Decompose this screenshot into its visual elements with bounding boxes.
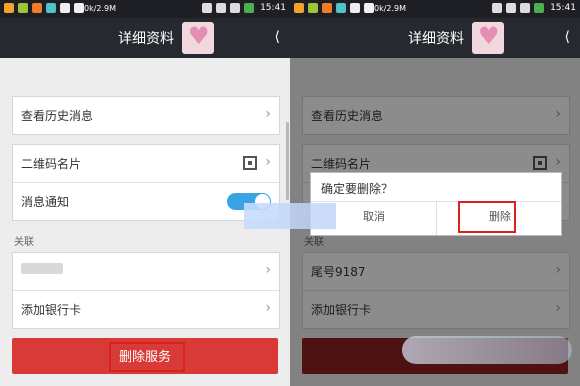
- addcard-label: 添加银行卡: [21, 303, 82, 317]
- app-icon: [336, 3, 346, 13]
- notify-row: 消息通知: [13, 183, 279, 220]
- cancel-button[interactable]: 取消: [363, 208, 385, 224]
- screenshot-composite: 0k/2.9M 15:41 详细资料 ⟨ 查看历史消息 › 二维码名片: [0, 0, 580, 386]
- history-card: 查看历史消息 ›: [12, 96, 280, 135]
- signal-icon: [534, 3, 544, 13]
- clock: 15:41: [260, 3, 286, 13]
- alarm-icon: [216, 3, 226, 13]
- status-icons-left: [4, 3, 84, 13]
- chevron-right-icon: ›: [265, 154, 271, 170]
- addcard-row[interactable]: 添加银行卡 ›: [13, 291, 279, 328]
- app-icon: [322, 3, 332, 13]
- highlight-box: [458, 201, 516, 233]
- settings-card: 二维码名片 › 消息通知: [12, 144, 280, 221]
- watermark-blur: [244, 203, 336, 229]
- history-row[interactable]: 查看历史消息 ›: [13, 97, 279, 134]
- app-icon: [350, 3, 360, 13]
- share-icon[interactable]: ⟨: [275, 29, 280, 45]
- app-icon: [46, 3, 56, 13]
- account-row[interactable]: ›: [13, 253, 279, 291]
- app-icon: [294, 3, 304, 13]
- alarm-icon: [506, 3, 516, 13]
- qrcode-label: 二维码名片: [21, 157, 82, 171]
- clock: 15:41: [550, 3, 576, 13]
- usb-icon: [364, 3, 374, 13]
- network-speed: 0k/2.9M: [84, 4, 117, 13]
- status-icons-right: [492, 3, 544, 13]
- confirm-dialog: 确定要删除？ 取消 删除: [310, 172, 562, 236]
- highlight-box: [109, 342, 185, 372]
- status-bar: 0k/2.9M 15:41: [0, 0, 290, 18]
- blurred-text: [21, 263, 63, 274]
- page-title: 详细资料: [408, 31, 464, 47]
- signal-icon: [244, 3, 254, 13]
- title-bar: 详细资料 ⟨: [290, 18, 580, 58]
- network-speed: 0k/2.9M: [374, 4, 407, 13]
- heart-icon: [472, 22, 504, 54]
- scrollbar[interactable]: [286, 122, 289, 200]
- volume-icon: [202, 3, 212, 13]
- volume-icon: [492, 3, 502, 13]
- app-icon: [308, 3, 318, 13]
- qrcode-row[interactable]: 二维码名片 ›: [13, 145, 279, 183]
- app-icon: [32, 3, 42, 13]
- section-label: 关联: [14, 237, 34, 248]
- chevron-right-icon: ›: [265, 262, 271, 278]
- left-phone-screen: 0k/2.9M 15:41 详细资料 ⟨ 查看历史消息 › 二维码名片: [0, 0, 290, 386]
- wifi-icon: [230, 3, 240, 13]
- history-label: 查看历史消息: [21, 109, 94, 123]
- linked-card: › 添加银行卡 ›: [12, 252, 280, 329]
- status-icons-left: [294, 3, 374, 13]
- app-icon: [18, 3, 28, 13]
- page-title: 详细资料: [118, 31, 174, 47]
- heart-icon: [182, 22, 214, 54]
- divider: [436, 201, 437, 235]
- app-icon: [60, 3, 70, 13]
- share-icon[interactable]: ⟨: [565, 29, 570, 45]
- notify-label: 消息通知: [21, 195, 70, 209]
- chevron-right-icon: ›: [265, 300, 271, 316]
- app-icon: [4, 3, 14, 13]
- status-bar: 0k/2.9M 15:41: [290, 0, 580, 18]
- right-phone-screen: 0k/2.9M 15:41 详细资料 ⟨ 查看历史消息 › 二维码名片: [290, 0, 580, 386]
- chevron-right-icon: ›: [265, 106, 271, 122]
- watermark-blur: [402, 336, 572, 364]
- usb-icon: [74, 3, 84, 13]
- dialog-title: 确定要删除？: [321, 182, 394, 196]
- wifi-icon: [520, 3, 530, 13]
- qrcode-icon: [243, 156, 257, 170]
- status-icons-right: [202, 3, 254, 13]
- title-bar: 详细资料 ⟨: [0, 18, 290, 58]
